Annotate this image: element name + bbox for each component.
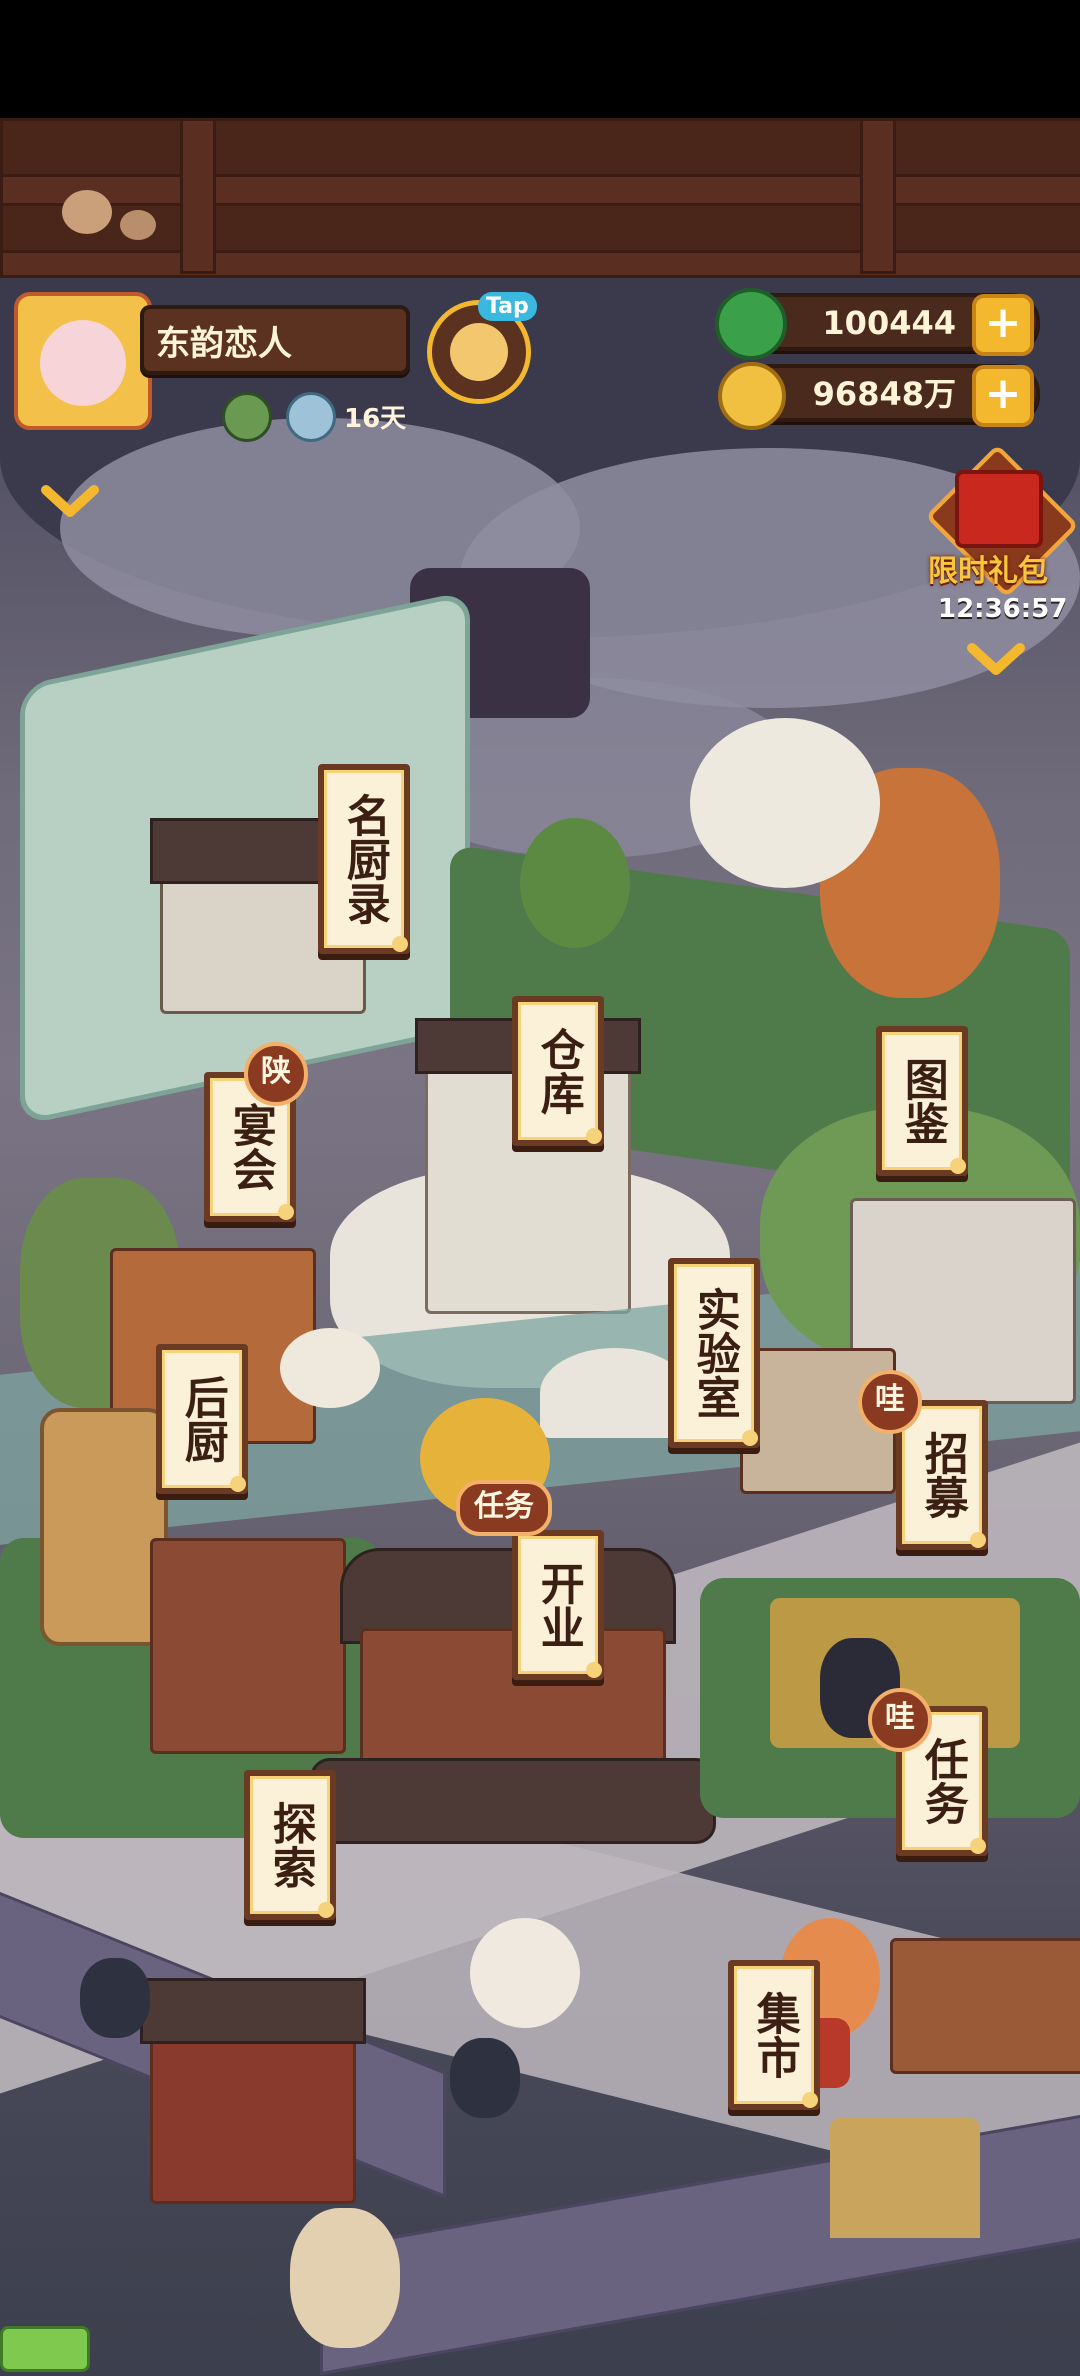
lab-sign[interactable]: 实验室: [668, 1258, 760, 1448]
player-avatar[interactable]: [14, 292, 152, 430]
potion-icon[interactable]: [286, 392, 336, 442]
wandering-character: [290, 2208, 400, 2348]
city-gate-roof: [140, 1978, 366, 2044]
expand-left-button[interactable]: [40, 482, 100, 526]
green-jade-icon: [715, 288, 787, 360]
add-coins-button[interactable]: +: [972, 365, 1034, 427]
kitchen-building: [150, 1538, 346, 1754]
gift-timer: 12:36:57: [938, 594, 1068, 624]
gold-coin-icon: [718, 362, 786, 430]
status-bar: [0, 0, 1080, 118]
chick-icon: [450, 323, 508, 381]
kitchen-sign[interactable]: 后厨: [156, 1344, 248, 1494]
buff-icon[interactable]: [222, 392, 272, 442]
add-jade-button[interactable]: +: [972, 294, 1034, 356]
open-shop-sign[interactable]: 开业: [512, 1530, 604, 1680]
market-stall: [830, 2118, 980, 2238]
cloud-tree: [690, 718, 880, 888]
warehouse-sign[interactable]: 仓库: [512, 996, 604, 1146]
player-name[interactable]: 东韵恋人: [140, 305, 410, 375]
steamer-tower: [40, 1408, 168, 1646]
banquet-badge: 陕: [244, 1042, 308, 1106]
recruit-badge: 哇: [858, 1370, 922, 1434]
gift-label[interactable]: 限时礼包: [928, 546, 1048, 590]
explore-sign[interactable]: 探索: [244, 1770, 336, 1920]
catalog-sign[interactable]: 图鉴: [876, 1026, 968, 1176]
market-sign[interactable]: 集市: [728, 1960, 820, 2110]
dumpling-character: [470, 1918, 580, 2028]
roof-beam: [0, 174, 1080, 206]
game-scene[interactable]: [0, 118, 1080, 2376]
city-gate: [150, 2018, 356, 2204]
tasks-badge: 哇: [868, 1688, 932, 1752]
days-counter: 16天: [344, 404, 407, 434]
chick-decoration: [120, 210, 156, 240]
restaurant-roof-bottom: [310, 1758, 716, 1844]
avatar-face: [40, 320, 126, 406]
chevron-down-icon: [41, 485, 99, 517]
open-task-badge: 任务: [456, 1480, 552, 1536]
tap-label: Tap: [478, 292, 537, 321]
toggle-switch[interactable]: [0, 2326, 90, 2372]
gift-box-icon[interactable]: [955, 470, 1043, 548]
tree: [520, 818, 630, 948]
chevron-down-icon: [967, 643, 1025, 675]
roof-post: [180, 118, 216, 274]
roof-beam: [0, 250, 1080, 278]
npc-character: [450, 2038, 520, 2118]
chef-book-sign[interactable]: 名厨录: [318, 764, 410, 954]
chick-decoration: [62, 190, 112, 234]
tasks-stall: [890, 1938, 1080, 2074]
expand-right-button[interactable]: [966, 640, 1026, 684]
npc-character: [80, 1958, 150, 2038]
sheep-in-tub: [280, 1328, 380, 1408]
roof-post: [860, 118, 896, 274]
